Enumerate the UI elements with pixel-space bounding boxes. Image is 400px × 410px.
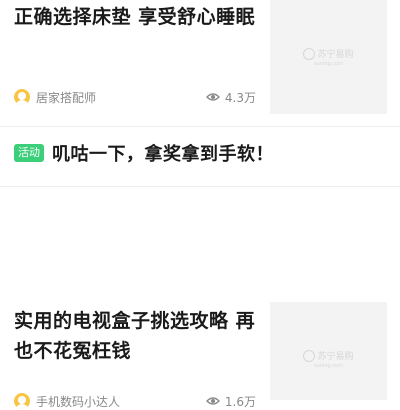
article-title: 实用的电视盒子挑选攻略 再 也不花冤枉钱	[14, 310, 256, 362]
author-name[interactable]: 手机数码小达人	[36, 393, 120, 410]
suning-logo-icon	[303, 349, 316, 362]
watermark: 苏宁易购 suning.com	[303, 349, 354, 369]
author-avatar-icon	[14, 89, 30, 105]
author-avatar-icon	[14, 393, 30, 409]
article-thumbnail: 苏宁易购 suning.com	[270, 0, 387, 114]
eye-icon	[205, 92, 220, 102]
divider	[0, 186, 400, 187]
promo-banner[interactable]: 活动 叽咕一下，拿奖拿到手软！	[14, 140, 274, 166]
divider	[0, 126, 400, 127]
watermark: 苏宁易购 suning.com	[303, 47, 354, 67]
article-thumbnail: 苏宁易购 suning.com	[270, 302, 387, 400]
article-card[interactable]: 实用的电视盒子挑选攻略 再 也不花冤枉钱 苏宁易购 suning.com 手机数…	[0, 300, 400, 409]
activity-tag: 活动	[14, 144, 44, 162]
article-meta: 手机数码小达人	[14, 392, 120, 410]
promo-text: 叽咕一下，拿奖拿到手软！	[52, 144, 274, 165]
view-count: 4.3万	[205, 88, 256, 106]
author-name[interactable]: 居家搭配师	[36, 89, 96, 106]
eye-icon	[205, 396, 220, 406]
article-meta: 居家搭配师	[14, 88, 96, 106]
article-card[interactable]: 正确选择床垫 享受舒心睡眠 苏宁易购 suning.com 居家搭配师 4.3万	[0, 0, 400, 126]
suning-logo-icon	[303, 47, 316, 60]
view-count: 1.6万	[205, 392, 256, 410]
article-title: 正确选择床垫 享受舒心睡眠	[14, 6, 256, 28]
